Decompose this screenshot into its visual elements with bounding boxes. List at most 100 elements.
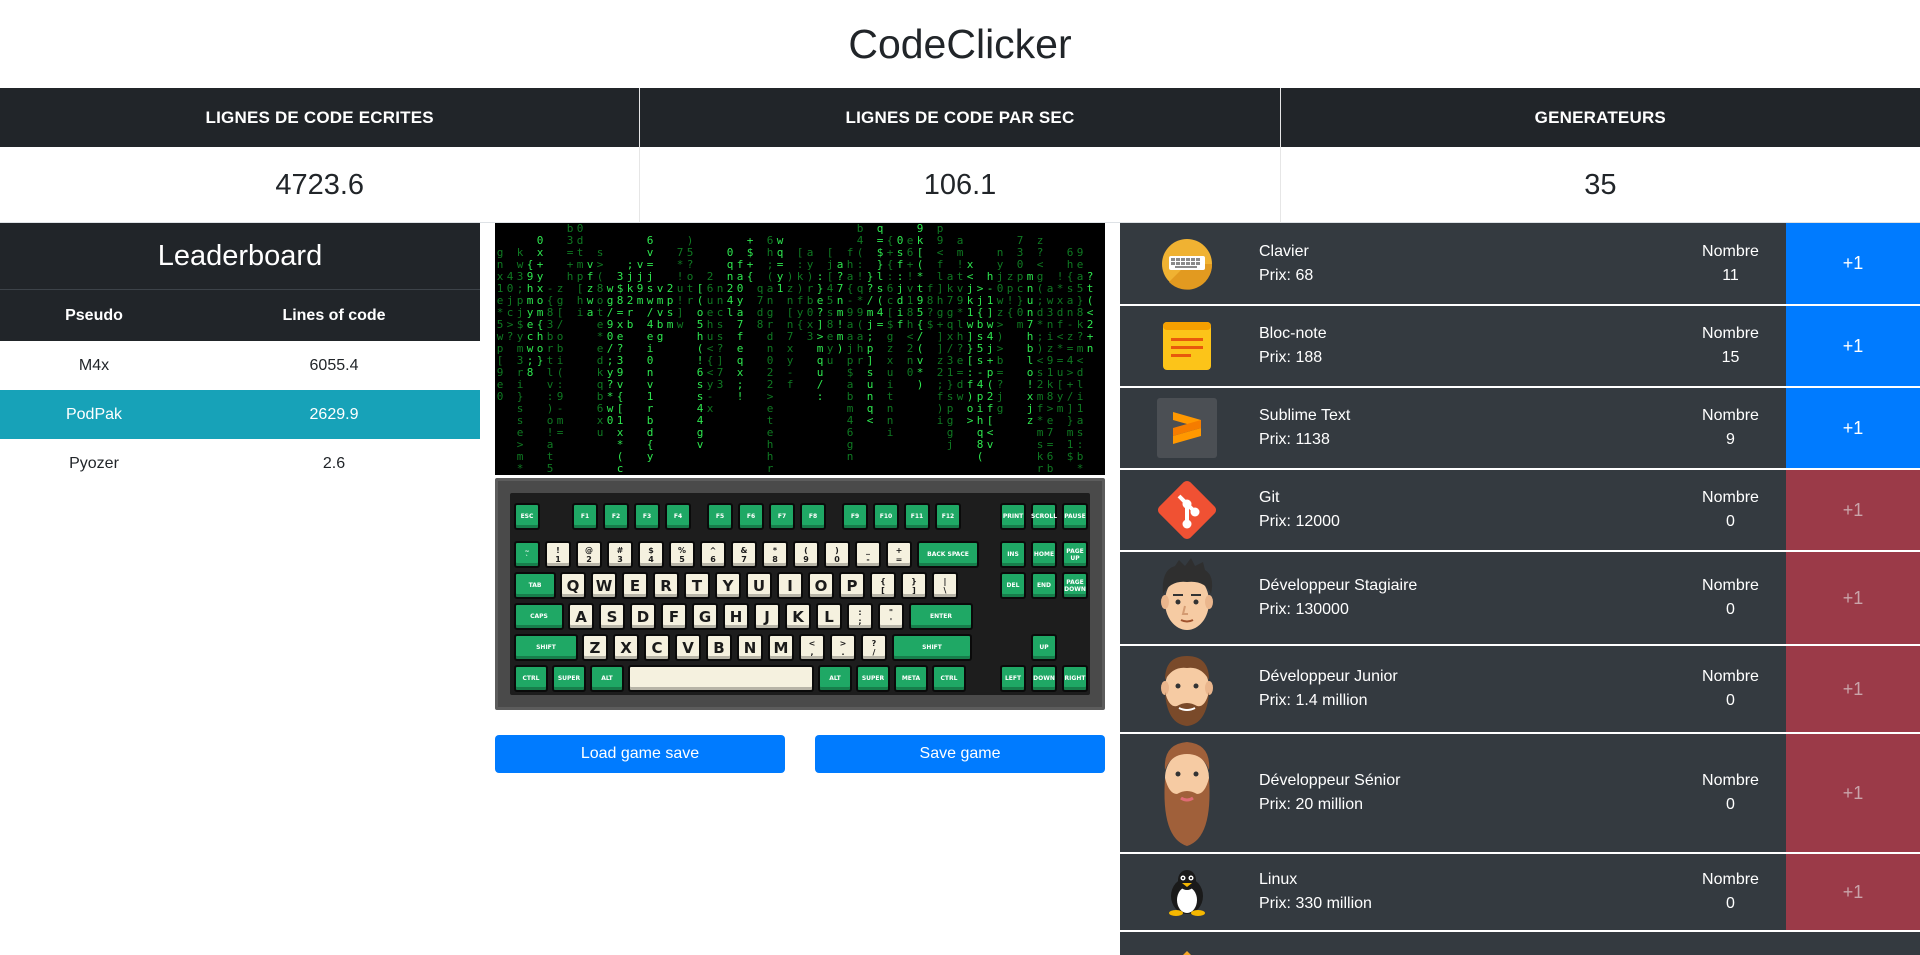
count-label: Nombre bbox=[1702, 871, 1759, 888]
key-f6[interactable]: F6 bbox=[738, 503, 764, 530]
key-sym-12[interactable]: } ] bbox=[901, 572, 927, 599]
keyboard-clicker[interactable]: ESC F1 F2 F3 F4 F5 F6 F7 F8 F9 F10 F11 F12 PRINT SCROL… bbox=[495, 478, 1105, 710]
key-arrow-left[interactable]: LEFT bbox=[1000, 665, 1026, 692]
key-f9[interactable]: F9 bbox=[842, 503, 868, 530]
key-home[interactable]: HOME bbox=[1031, 541, 1057, 568]
buy-bloc-note-button[interactable]: +1 bbox=[1786, 306, 1920, 386]
key-t[interactable]: T bbox=[684, 572, 710, 599]
key-end[interactable]: END bbox=[1031, 572, 1057, 599]
key-sym-a11[interactable]: " ' bbox=[878, 603, 904, 630]
key-num-0[interactable]: ~ ` bbox=[514, 541, 540, 568]
buy-linux-button[interactable]: +1 bbox=[1786, 854, 1920, 930]
load-save-button[interactable]: Load game save bbox=[495, 735, 785, 773]
key-f2[interactable]: F2 bbox=[603, 503, 629, 530]
key-f3[interactable]: F3 bbox=[634, 503, 660, 530]
key-caps-lock[interactable]: CAPS bbox=[514, 603, 564, 630]
key-space[interactable] bbox=[628, 665, 814, 692]
save-game-button[interactable]: Save game bbox=[815, 735, 1105, 773]
key-i[interactable]: I bbox=[777, 572, 803, 599]
key-num-6[interactable]: ^ 6 bbox=[700, 541, 726, 568]
key-num-5[interactable]: % 5 bbox=[669, 541, 695, 568]
key-num-2[interactable]: @ 2 bbox=[576, 541, 602, 568]
key-delete[interactable]: DEL bbox=[1000, 572, 1026, 599]
key-alt-right[interactable]: ALT bbox=[818, 665, 852, 692]
buy-git-button[interactable]: +1 bbox=[1786, 470, 1920, 550]
key-v[interactable]: V bbox=[675, 634, 701, 661]
key-sym-z8[interactable]: < , bbox=[799, 634, 825, 661]
key-super-right[interactable]: SUPER bbox=[856, 665, 890, 692]
key-shift-left[interactable]: SHIFT bbox=[514, 634, 578, 661]
key-x[interactable]: X bbox=[613, 634, 639, 661]
key-w[interactable]: W bbox=[591, 572, 617, 599]
key-o[interactable]: O bbox=[808, 572, 834, 599]
buy-clavier-button[interactable]: +1 bbox=[1786, 223, 1920, 304]
key-g[interactable]: G bbox=[692, 603, 718, 630]
key-z[interactable]: Z bbox=[582, 634, 608, 661]
key-num-12[interactable]: + = bbox=[886, 541, 912, 568]
key-backspace[interactable]: BACK SPACE bbox=[917, 541, 979, 568]
key-arrow-up[interactable]: UP bbox=[1031, 634, 1057, 661]
key-alt-left[interactable]: ALT bbox=[590, 665, 624, 692]
key-super-left[interactable]: SUPER bbox=[552, 665, 586, 692]
key-arrow-down[interactable]: DOWN bbox=[1031, 665, 1057, 692]
key-sym-13[interactable]: | \ bbox=[932, 572, 958, 599]
key-f8[interactable]: F8 bbox=[800, 503, 826, 530]
key-h[interactable]: H bbox=[723, 603, 749, 630]
key-enter[interactable]: ENTER bbox=[909, 603, 973, 630]
key-sym-z10[interactable]: ? / bbox=[861, 634, 887, 661]
key-u[interactable]: U bbox=[746, 572, 772, 599]
key-n[interactable]: N bbox=[737, 634, 763, 661]
key-l[interactable]: L bbox=[816, 603, 842, 630]
key-print[interactable]: PRINT bbox=[1000, 503, 1026, 530]
key-pause[interactable]: PAUSE bbox=[1062, 503, 1088, 530]
key-f4[interactable]: F4 bbox=[665, 503, 691, 530]
key-page-down[interactable]: PAGE DOWN bbox=[1062, 572, 1088, 599]
key-f10[interactable]: F10 bbox=[873, 503, 899, 530]
buy-developpeur-senior-button[interactable]: +1 bbox=[1786, 734, 1920, 852]
key-q[interactable]: Q bbox=[560, 572, 586, 599]
key-d[interactable]: D bbox=[630, 603, 656, 630]
key-e[interactable]: E bbox=[622, 572, 648, 599]
key-num-11[interactable]: _ - bbox=[855, 541, 881, 568]
key-num-1[interactable]: ! 1 bbox=[545, 541, 571, 568]
key-b[interactable]: B bbox=[706, 634, 732, 661]
key-sym-11[interactable]: { [ bbox=[870, 572, 896, 599]
key-f[interactable]: F bbox=[661, 603, 687, 630]
key-m[interactable]: M bbox=[768, 634, 794, 661]
key-num-9[interactable]: ( 9 bbox=[793, 541, 819, 568]
key-num-4[interactable]: $ 4 bbox=[638, 541, 664, 568]
key-f5[interactable]: F5 bbox=[707, 503, 733, 530]
key-arrow-right[interactable]: RIGHT bbox=[1062, 665, 1088, 692]
key-num-10[interactable]: ) 0 bbox=[824, 541, 850, 568]
key-sym-a10[interactable]: : ; bbox=[847, 603, 873, 630]
key-r[interactable]: R bbox=[653, 572, 679, 599]
buy-developpeur-stagiaire-button[interactable]: +1 bbox=[1786, 552, 1920, 644]
key-j[interactable]: J bbox=[754, 603, 780, 630]
key-a[interactable]: A bbox=[568, 603, 594, 630]
key-ctrl-right[interactable]: CTRL bbox=[932, 665, 966, 692]
key-f7[interactable]: F7 bbox=[769, 503, 795, 530]
key-f1[interactable]: F1 bbox=[572, 503, 598, 530]
key-shift-right[interactable]: SHIFT bbox=[892, 634, 972, 661]
key-insert[interactable]: INS bbox=[1000, 541, 1026, 568]
key-esc[interactable]: ESC bbox=[514, 503, 540, 530]
key-f11[interactable]: F11 bbox=[904, 503, 930, 530]
buy-developpeur-junior-button[interactable]: +1 bbox=[1786, 646, 1920, 732]
key-s[interactable]: S bbox=[599, 603, 625, 630]
key-tab[interactable]: TAB bbox=[514, 572, 556, 599]
buy-sublime-text-button[interactable]: +1 bbox=[1786, 388, 1920, 468]
key-c[interactable]: C bbox=[644, 634, 670, 661]
key-scroll[interactable]: SCROLL bbox=[1031, 503, 1057, 530]
key-y[interactable]: Y bbox=[715, 572, 741, 599]
key-page-up[interactable]: PAGE UP bbox=[1062, 541, 1088, 568]
key-num-3[interactable]: # 3 bbox=[607, 541, 633, 568]
key-k[interactable]: K bbox=[785, 603, 811, 630]
key-p[interactable]: P bbox=[839, 572, 865, 599]
key-num-8[interactable]: * 8 bbox=[762, 541, 788, 568]
key-num-7[interactable]: & 7 bbox=[731, 541, 757, 568]
key-meta[interactable]: META bbox=[894, 665, 928, 692]
table-row: M4x 6055.4 bbox=[0, 341, 480, 390]
key-ctrl-left[interactable]: CTRL bbox=[514, 665, 548, 692]
key-f12[interactable]: F12 bbox=[935, 503, 961, 530]
key-sym-z9[interactable]: > . bbox=[830, 634, 856, 661]
